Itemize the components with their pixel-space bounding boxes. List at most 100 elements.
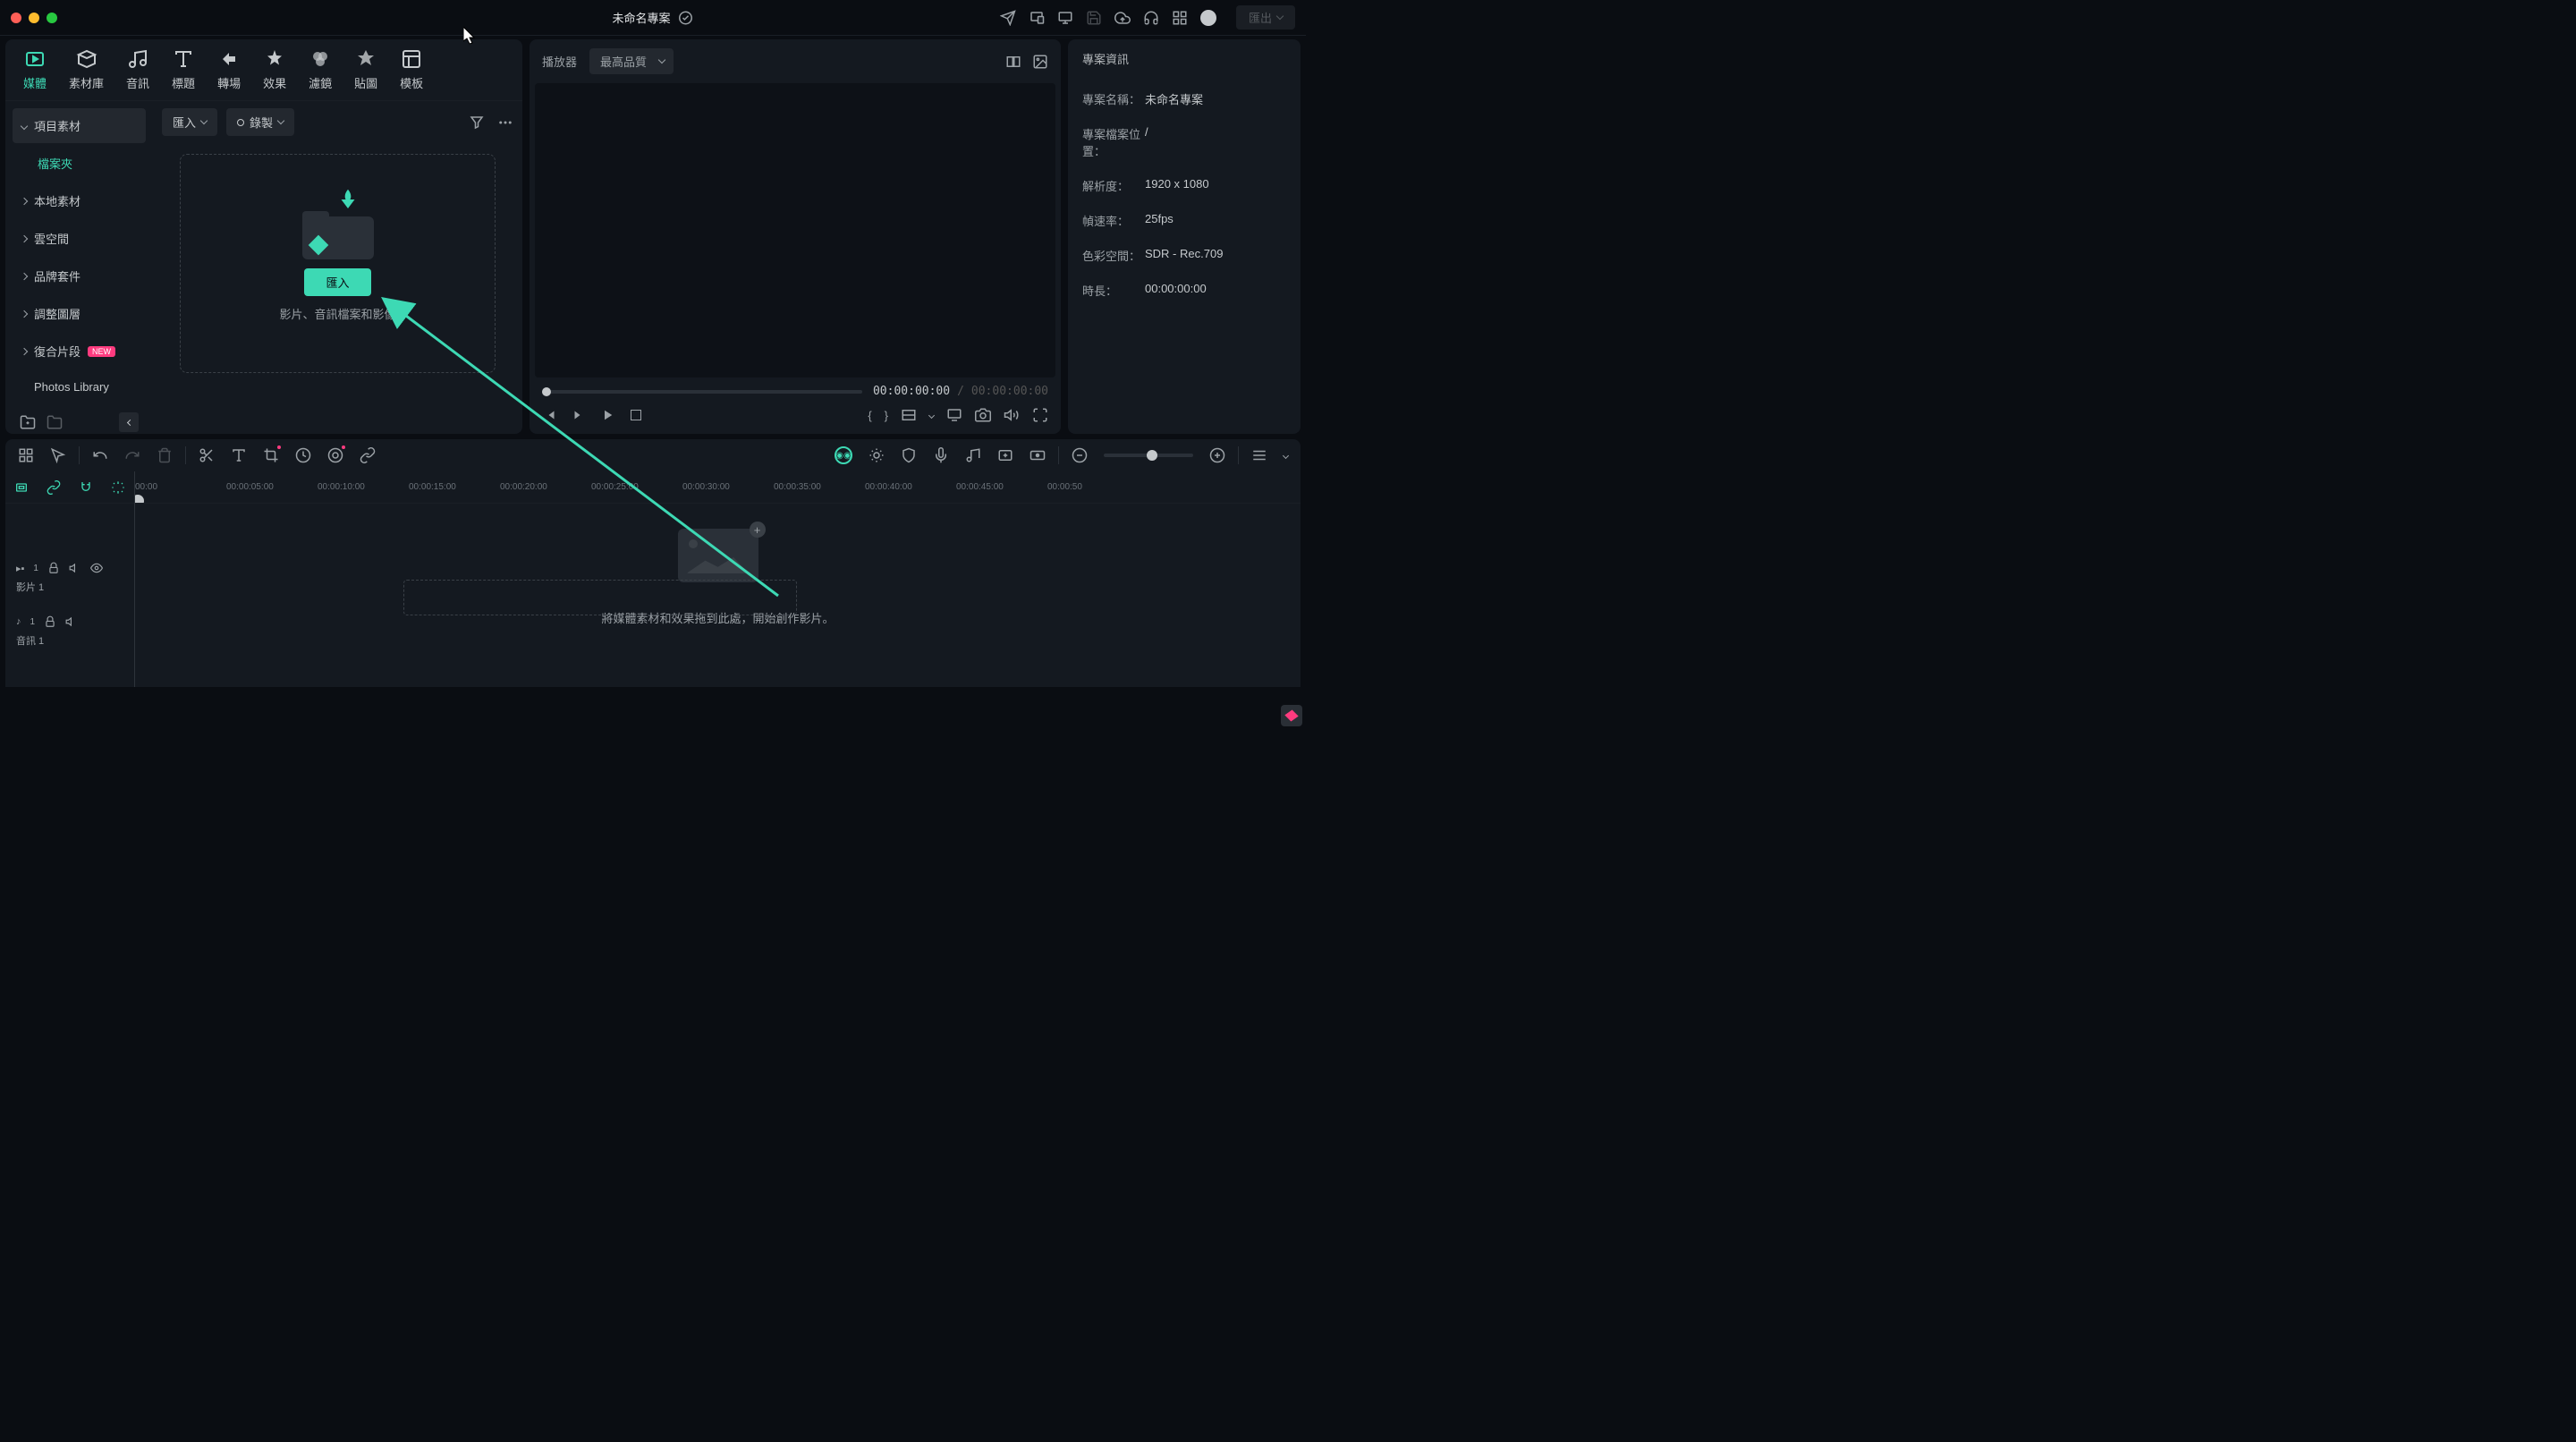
- magnet-icon[interactable]: [79, 480, 93, 495]
- close-window-button[interactable]: [11, 13, 21, 23]
- collapse-sidebar-button[interactable]: [119, 412, 139, 432]
- undo-icon[interactable]: [92, 447, 108, 463]
- zoom-slider[interactable]: [1104, 454, 1193, 457]
- export-button[interactable]: 匯出: [1236, 5, 1295, 30]
- fullscreen-icon[interactable]: [1032, 407, 1048, 423]
- devices-icon[interactable]: [1029, 10, 1045, 26]
- track-options-icon[interactable]: [1251, 447, 1267, 463]
- video-preview[interactable]: [535, 83, 1055, 377]
- new-folder-icon[interactable]: [20, 414, 36, 430]
- crop-icon[interactable]: [263, 447, 279, 463]
- cut-icon[interactable]: [199, 447, 215, 463]
- sidebar-item-local[interactable]: 本地素材: [13, 183, 146, 218]
- ratio-icon[interactable]: [901, 407, 917, 423]
- sidebar-item-cloud[interactable]: 雲空間: [13, 221, 146, 256]
- avatar[interactable]: [1200, 10, 1216, 26]
- mute-icon[interactable]: [69, 560, 81, 576]
- text-icon[interactable]: [231, 447, 247, 463]
- sidebar-item-photos[interactable]: Photos Library: [13, 371, 146, 403]
- monitor-icon[interactable]: [1057, 10, 1073, 26]
- save-icon[interactable]: [1086, 10, 1102, 26]
- lock-icon[interactable]: [47, 560, 60, 576]
- selection-tool-icon[interactable]: [50, 447, 66, 463]
- zoom-in-button[interactable]: [1209, 447, 1225, 463]
- tab-filters[interactable]: 濾鏡: [309, 48, 332, 100]
- lock-icon[interactable]: [44, 614, 56, 630]
- import-dropdown[interactable]: 匯入: [162, 108, 217, 136]
- prev-frame-button[interactable]: [542, 407, 558, 423]
- cloud-icon[interactable]: [1114, 10, 1131, 26]
- volume-icon[interactable]: [1004, 407, 1020, 423]
- render-icon[interactable]: [1030, 447, 1046, 463]
- sidebar-item-folder[interactable]: 檔案夾: [13, 146, 146, 181]
- audio-mix-icon[interactable]: [965, 447, 981, 463]
- import-dropzone[interactable]: 匯入 影片、音訊檔案和影像: [180, 154, 496, 373]
- tab-label: 媒體: [23, 74, 47, 91]
- zoom-out-button[interactable]: [1072, 447, 1088, 463]
- stop-button[interactable]: [628, 407, 644, 423]
- record-dropdown[interactable]: 錄製: [226, 108, 294, 136]
- info-label: 專案檔案位置：: [1082, 125, 1145, 159]
- delete-icon[interactable]: [157, 447, 173, 463]
- keyframe-icon[interactable]: [360, 447, 376, 463]
- minimize-window-button[interactable]: [29, 13, 39, 23]
- tab-transitions[interactable]: 轉場: [217, 48, 241, 100]
- sidebar-item-compound[interactable]: 復合片段NEW: [13, 334, 146, 369]
- audio-track-header[interactable]: ♪1 音訊 1: [5, 606, 134, 655]
- visibility-icon[interactable]: [90, 560, 103, 576]
- layout-icon[interactable]: [18, 447, 34, 463]
- maximize-window-button[interactable]: [47, 13, 57, 23]
- tab-templates[interactable]: 模板: [400, 48, 423, 100]
- detach-icon[interactable]: [946, 407, 962, 423]
- tab-stock[interactable]: 素材庫: [69, 48, 104, 100]
- headphones-icon[interactable]: [1143, 10, 1159, 26]
- sidebar-item-brand[interactable]: 品牌套件: [13, 259, 146, 293]
- grid-icon[interactable]: [1172, 10, 1188, 26]
- tab-stickers[interactable]: 貼圖: [354, 48, 377, 100]
- send-icon[interactable]: [1000, 10, 1016, 26]
- lock-all-icon[interactable]: [14, 480, 29, 495]
- app-logo-corner[interactable]: [1281, 705, 1302, 726]
- more-icon[interactable]: [497, 115, 513, 131]
- sidebar-item-project-media[interactable]: 項目素材: [13, 108, 146, 143]
- picture-icon[interactable]: [1032, 54, 1048, 70]
- sparkle-icon[interactable]: [869, 447, 885, 463]
- voiceover-icon[interactable]: [933, 447, 949, 463]
- filmora-icon: [1284, 710, 1298, 722]
- tab-media[interactable]: 媒體: [23, 48, 47, 100]
- redo-icon[interactable]: [124, 447, 140, 463]
- chevron-down-icon[interactable]: [1283, 452, 1289, 458]
- play-button[interactable]: [599, 407, 615, 423]
- sync-icon[interactable]: [111, 480, 125, 495]
- tab-audio[interactable]: 音訊: [126, 48, 149, 100]
- quality-dropdown[interactable]: 最高品質: [589, 48, 674, 74]
- ai-assistant-icon[interactable]: ◉◉: [835, 446, 852, 464]
- next-frame-button[interactable]: [571, 407, 587, 423]
- import-button[interactable]: 匯入: [304, 268, 370, 296]
- time-ruler[interactable]: 00:0000:00:05:0000:00:10:0000:00:15:0000…: [135, 471, 1301, 504]
- sidebar-item-adjustment[interactable]: 調整圖層: [13, 296, 146, 331]
- filter-icon[interactable]: [469, 115, 485, 131]
- video-track-header[interactable]: ▸▪1 影片 1: [5, 553, 134, 601]
- link-tracks-icon[interactable]: [47, 480, 61, 495]
- mute-icon[interactable]: [65, 614, 78, 630]
- compare-view-icon[interactable]: [1005, 54, 1021, 70]
- timeline-tracks[interactable]: 00:0000:00:05:0000:00:10:0000:00:15:0000…: [135, 471, 1301, 687]
- tab-titles[interactable]: 標題: [172, 48, 195, 100]
- info-value: /: [1145, 125, 1148, 159]
- track-dropzone[interactable]: [403, 580, 797, 615]
- mark-out-button[interactable]: }: [885, 409, 888, 422]
- folder-icon[interactable]: [47, 414, 63, 430]
- progress-bar[interactable]: [542, 390, 862, 394]
- mark-in-button[interactable]: {: [868, 409, 871, 422]
- snapshot-icon[interactable]: [975, 407, 991, 423]
- project-title: 未命名專案: [612, 9, 670, 26]
- add-media-icon[interactable]: [997, 447, 1013, 463]
- playhead[interactable]: [135, 492, 147, 504]
- sidebar-label: 調整圖層: [34, 305, 80, 322]
- speed-icon[interactable]: [295, 447, 311, 463]
- color-icon[interactable]: [327, 447, 343, 463]
- tab-effects[interactable]: 效果: [263, 48, 286, 100]
- marker-shield-icon[interactable]: [901, 447, 917, 463]
- chevron-down-icon[interactable]: [928, 411, 935, 418]
